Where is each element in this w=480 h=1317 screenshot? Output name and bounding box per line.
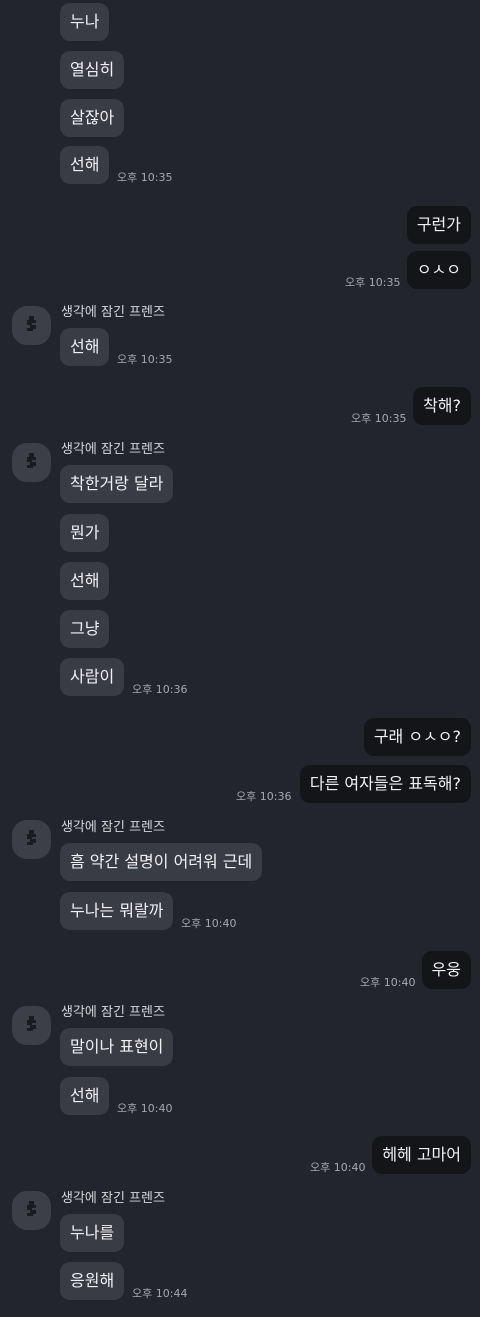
message-bubble[interactable]: 누나는 뭐랄까	[60, 892, 174, 930]
message-timestamp: 오후 10:40	[117, 1102, 173, 1115]
message-bubble[interactable]: 살잖아	[60, 99, 125, 137]
friend-avatar[interactable]	[12, 306, 51, 345]
message-bubble[interactable]: 누나	[60, 3, 110, 41]
message-bubble[interactable]: 선해	[60, 328, 110, 366]
message-bubble[interactable]: ㅇㅅㅇ	[406, 251, 471, 289]
friend-avatar[interactable]	[12, 820, 51, 859]
message-bubble[interactable]: 구런가	[406, 206, 471, 244]
message-timestamp: 오후 10:35	[117, 353, 173, 366]
message-bubble[interactable]: 헤헤 고마어	[372, 1136, 471, 1174]
message-bubble[interactable]: 말이나 표현이	[60, 1028, 174, 1066]
message-timestamp: 오후 10:40	[310, 1161, 366, 1174]
message-bubble[interactable]: 우웅	[421, 951, 471, 989]
friend-silhouette-icon	[27, 453, 36, 468]
message-timestamp: 오후 10:35	[351, 412, 407, 425]
message-bubble[interactable]: 그냥	[60, 610, 110, 648]
friend-silhouette-icon	[27, 1201, 36, 1216]
message-bubble[interactable]: 착해?	[413, 387, 471, 425]
message-timestamp: 오후 10:40	[360, 976, 416, 989]
friend-avatar[interactable]	[12, 1006, 51, 1045]
message-timestamp: 오후 10:36	[132, 683, 188, 696]
message-bubble[interactable]: 누나를	[60, 1214, 125, 1252]
message-timestamp: 오후 10:35	[345, 276, 401, 289]
sender-name: 생각에 잠긴 프렌즈	[61, 1191, 165, 1206]
message-bubble[interactable]: 열심히	[60, 51, 125, 89]
friend-avatar[interactable]	[12, 443, 51, 482]
friend-avatar[interactable]	[12, 1191, 51, 1230]
message-bubble[interactable]: 뭔가	[60, 514, 110, 552]
message-bubble[interactable]: 선해	[60, 146, 110, 184]
message-timestamp: 오후 10:40	[181, 917, 237, 930]
message-bubble[interactable]: 구래 ㅇㅅㅇ?	[363, 718, 471, 756]
friend-silhouette-icon	[27, 830, 36, 845]
sender-name: 생각에 잠긴 프렌즈	[61, 305, 165, 320]
message-bubble[interactable]: 사람이	[60, 658, 125, 696]
sender-name: 생각에 잠긴 프렌즈	[61, 820, 165, 835]
sender-name: 생각에 잠긴 프렌즈	[61, 442, 165, 457]
message-bubble[interactable]: 다른 여자들은 표독해?	[299, 765, 471, 803]
friend-silhouette-icon	[27, 1016, 36, 1031]
friend-silhouette-icon	[27, 316, 36, 331]
message-bubble[interactable]: 착한거랑 달라	[60, 465, 174, 503]
message-bubble[interactable]: 응원해	[60, 1262, 125, 1300]
message-timestamp: 오후 10:35	[117, 171, 173, 184]
message-timestamp: 오후 10:36	[236, 790, 292, 803]
message-timestamp: 오후 10:44	[132, 1287, 188, 1300]
message-bubble[interactable]: 선해	[60, 1077, 110, 1115]
message-bubble[interactable]: 흠 약간 설명이 어려워 근데	[60, 843, 263, 881]
sender-name: 생각에 잠긴 프렌즈	[61, 1005, 165, 1020]
message-bubble[interactable]: 선해	[60, 562, 110, 600]
